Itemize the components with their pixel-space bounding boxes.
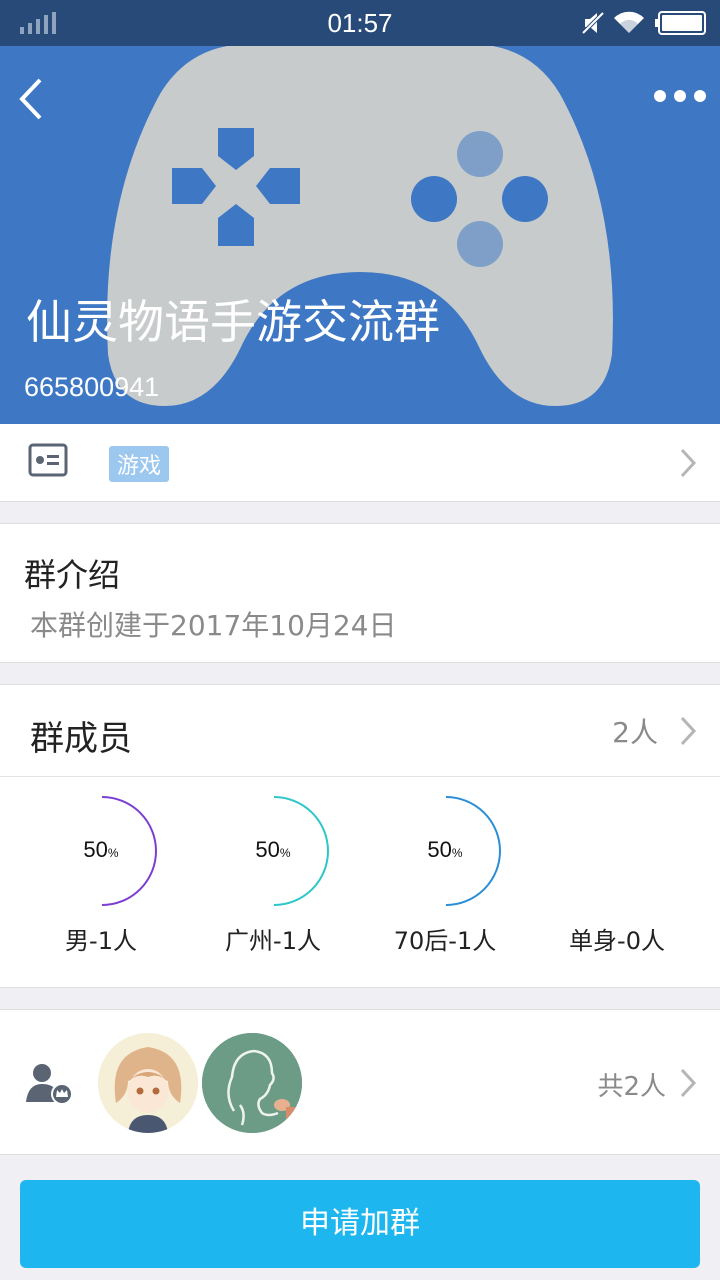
join-group-button[interactable]: 申请加群 [20,1180,700,1268]
intro-text: 本群创建于2017年10月24日 [30,609,397,642]
stat-label: 男-1人 [65,927,137,955]
id-card-icon [28,443,68,477]
mute-icon [582,11,604,35]
chalk-drawing-avatar-icon [202,1033,302,1133]
members-title: 群成员 [30,719,132,759]
group-id: 665800941 [24,372,160,402]
dot-icon [694,90,706,102]
group-header: 仙灵物语手游交流群 665800941 [0,46,720,424]
stat-percent: 50% [83,837,119,862]
gamepad-icon [107,46,613,406]
stat-label: 广州-1人 [225,927,321,955]
stat-label: 单身-0人 [569,927,665,955]
group-intro-section: 群介绍 本群创建于2017年10月24日 [0,523,720,663]
stat-percent: 50% [255,837,291,862]
wifi-icon [614,11,644,34]
stat-gender: 50% 男-1人 [16,795,186,965]
member-avatar[interactable] [202,1033,302,1133]
stat-percent: 50% [427,837,463,862]
member-list-row[interactable]: 共2人 [0,1009,720,1155]
category-tag: 游戏 [109,446,170,482]
more-options-button[interactable] [654,82,706,110]
chevron-right-icon [680,716,697,746]
group-members-section: 群成员 2人 50% 男-1人 50% 广州-1人 50% 70后-1人 单身-… [0,684,720,988]
stat-label: 70后-1人 [393,927,497,955]
members-header-row[interactable]: 群成员 2人 [0,685,720,777]
stat-relationship: 单身-0人 [532,795,702,965]
group-title: 仙灵物语手游交流群 [26,295,440,349]
back-button[interactable] [14,74,54,124]
intro-title: 群介绍 [24,556,121,594]
stat-age: 50% 70后-1人 [360,795,530,965]
members-count: 2人 [612,716,658,749]
group-owner-icon [26,1064,72,1104]
chevron-right-icon [680,1068,697,1098]
category-row[interactable]: 游戏 [0,424,720,502]
stat-location: 50% 广州-1人 [188,795,358,965]
battery-icon [655,11,706,35]
status-bar: 01:57 [0,0,720,46]
dot-icon [654,90,666,102]
dot-icon [674,90,686,102]
member-avatar[interactable] [98,1033,198,1133]
anime-girl-avatar-icon [98,1033,198,1133]
stat-ring [562,795,674,907]
member-total: 共2人 [597,1072,666,1102]
chevron-right-icon [680,448,697,478]
